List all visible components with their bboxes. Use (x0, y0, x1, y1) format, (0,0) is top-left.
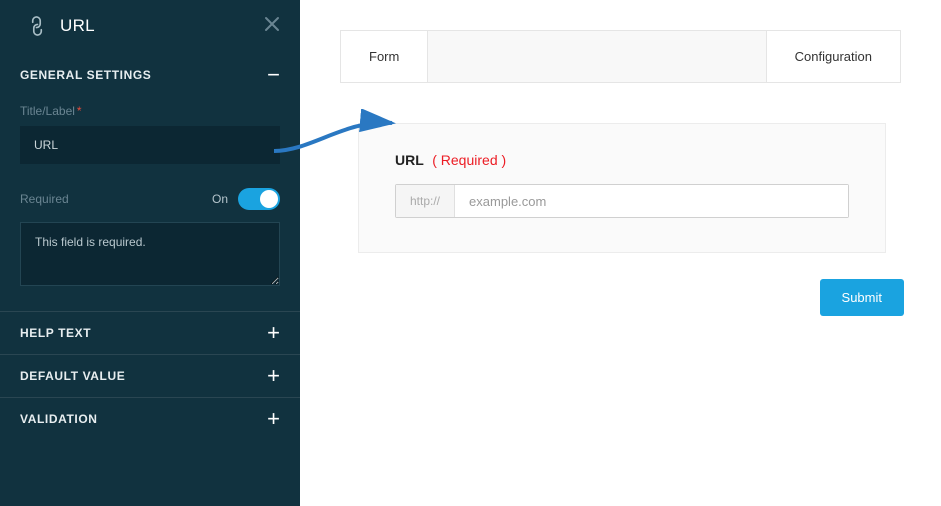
expand-icon[interactable]: + (267, 369, 280, 383)
tab-configuration[interactable]: Configuration (766, 31, 900, 82)
required-message-textarea[interactable]: This field is required. (20, 222, 280, 286)
section-title-general: GENERAL SETTINGS (20, 68, 151, 82)
expand-icon[interactable]: + (267, 326, 280, 340)
url-input[interactable] (455, 185, 848, 217)
form-preview-card: URL ( Required ) http:// (358, 123, 886, 253)
section-general-settings-header[interactable]: GENERAL SETTINGS − (0, 54, 300, 96)
toggle-knob (260, 190, 278, 208)
sidebar-header: URL (0, 0, 300, 54)
required-toggle[interactable] (238, 188, 280, 210)
section-general-body: Title/Label* Required On This field is r… (0, 104, 300, 311)
expand-icon[interactable]: + (267, 412, 280, 426)
submit-button[interactable]: Submit (820, 279, 904, 316)
section-title-help: HELP TEXT (20, 326, 91, 340)
toggle-state-text: On (212, 192, 228, 206)
required-tag: ( Required ) (432, 152, 506, 168)
close-button[interactable] (262, 14, 282, 34)
form-field-label-row: URL ( Required ) (395, 152, 849, 170)
url-input-group: http:// (395, 184, 849, 218)
form-field-label: URL (395, 152, 424, 168)
tab-spacer (428, 31, 765, 82)
required-label: Required (20, 192, 69, 206)
tab-form[interactable]: Form (341, 31, 428, 82)
link-icon (24, 13, 49, 38)
section-title-validation: VALIDATION (20, 412, 98, 426)
sidebar-title: URL (60, 16, 95, 36)
settings-sidebar: URL GENERAL SETTINGS − Title/Label* Requ… (0, 0, 300, 506)
section-validation-header[interactable]: VALIDATION + (0, 397, 300, 440)
section-help-text-header[interactable]: HELP TEXT + (0, 311, 300, 354)
tab-bar: Form Configuration (340, 30, 901, 83)
collapse-icon[interactable]: − (267, 68, 280, 82)
section-title-default: DEFAULT VALUE (20, 369, 125, 383)
main-panel: Form Configuration URL ( Required ) http… (300, 0, 941, 506)
required-star-icon: * (77, 104, 82, 118)
url-prefix: http:// (396, 185, 455, 217)
title-label-input[interactable] (20, 126, 280, 164)
section-default-value-header[interactable]: DEFAULT VALUE + (0, 354, 300, 397)
title-label-caption: Title/Label* (20, 104, 280, 118)
